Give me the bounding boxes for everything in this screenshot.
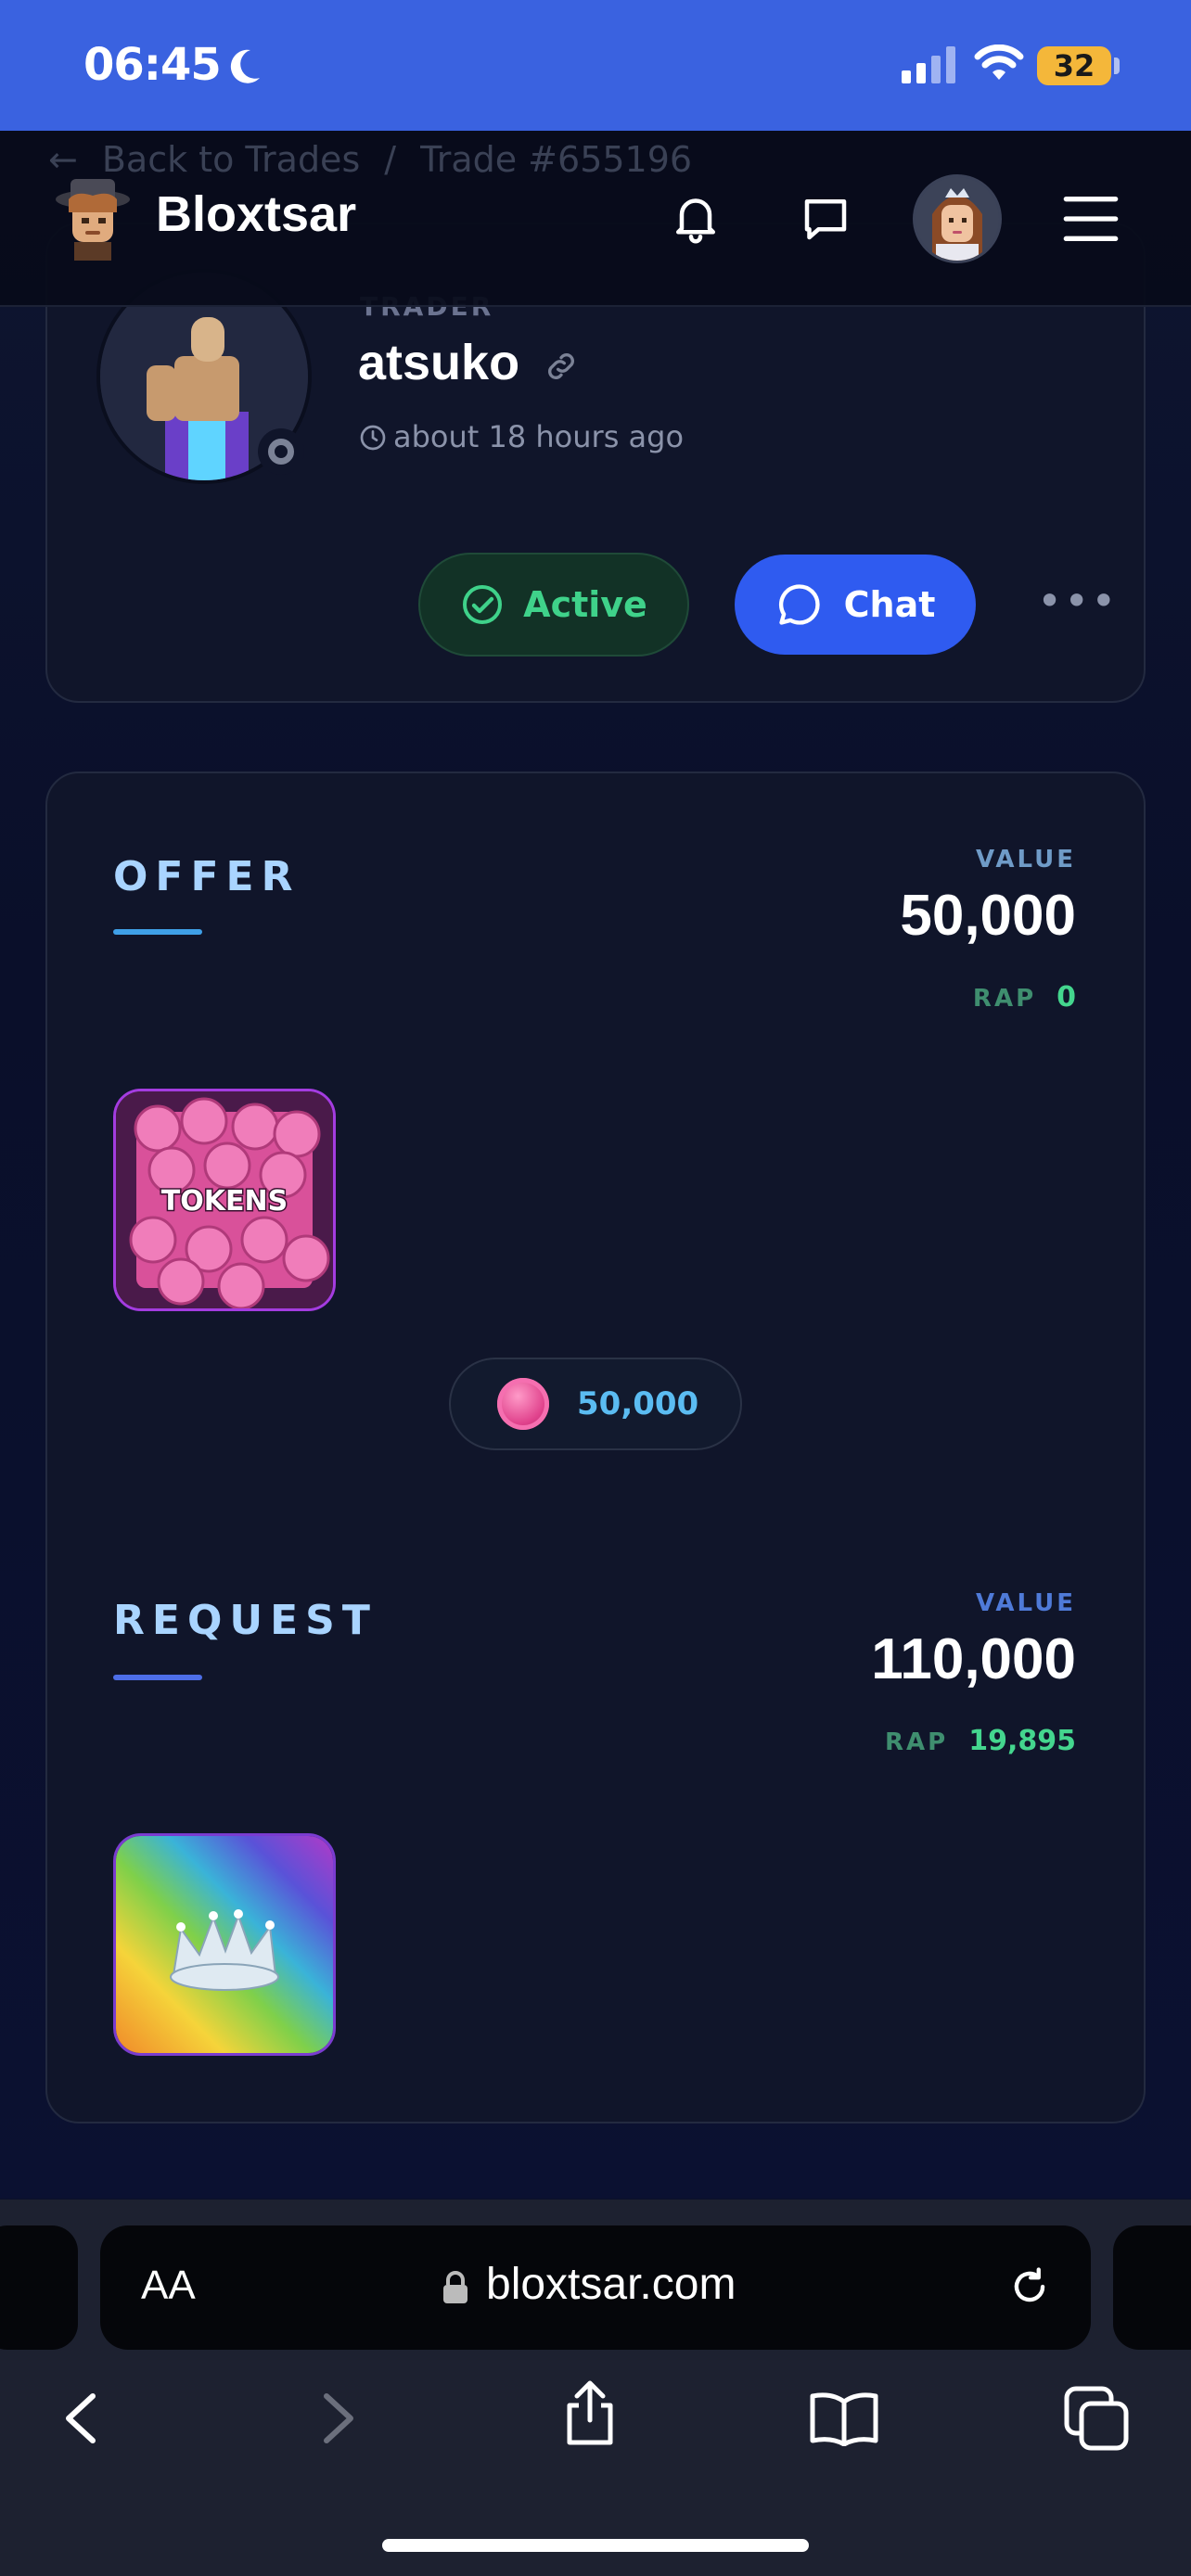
trader-name-text: atsuko: [358, 335, 520, 390]
bookmarks-icon[interactable]: [809, 2391, 879, 2446]
crown-item-image: [116, 1836, 333, 2053]
offer-value: 50,000: [900, 884, 1076, 948]
token-coin-icon: [497, 1378, 549, 1430]
tokens-amount: 50,000: [577, 1385, 699, 1422]
active-label: Active: [523, 584, 647, 625]
user-avatar-image: [916, 177, 999, 261]
status-time: 06:45: [83, 39, 222, 91]
link-icon[interactable]: [543, 348, 580, 385]
offer-rap: RAP 0: [973, 981, 1076, 1014]
online-status-indicator: [258, 428, 304, 475]
lock-icon: [443, 2271, 467, 2303]
moon-icon: [230, 49, 260, 83]
forward-icon[interactable]: [319, 2391, 360, 2446]
bell-icon[interactable]: [668, 189, 724, 245]
chat-bubble-icon: [778, 584, 820, 625]
wifi-icon: [974, 45, 1024, 80]
offer-title: OFFER: [113, 853, 301, 900]
trader-name[interactable]: atsuko: [358, 334, 580, 391]
offer-item-tokens[interactable]: TOKENS: [113, 1089, 336, 1311]
breadcrumb-separator: /: [384, 139, 397, 180]
signal-icon: [902, 46, 955, 83]
text-size-button[interactable]: AA: [141, 2263, 196, 2309]
battery-indicator: 32: [1037, 46, 1111, 85]
tokens-amount-pill: 50,000: [449, 1358, 742, 1450]
url-text[interactable]: bloxtsar.com: [486, 2259, 736, 2310]
offer-rap-label: RAP: [972, 985, 1037, 1013]
offer-rap-value: 0: [1057, 981, 1076, 1014]
more-options-button[interactable]: •••: [1037, 580, 1118, 622]
trade-time: about 18 hours ago: [393, 419, 685, 454]
brand-logo[interactable]: [48, 172, 137, 261]
messages-icon[interactable]: [798, 191, 853, 247]
battery-nub: [1114, 57, 1120, 74]
request-value-label: VALUE: [976, 1589, 1076, 1617]
request-value: 110,000: [871, 1627, 1076, 1691]
tokens-item-label: TOKENS: [161, 1185, 288, 1218]
menu-icon[interactable]: [1061, 191, 1121, 247]
breadcrumb-back-link[interactable]: Back to Trades: [102, 139, 360, 180]
share-icon[interactable]: [560, 2379, 620, 2446]
brand-name[interactable]: Bloxtsar: [156, 185, 356, 243]
offer-value-label: VALUE: [976, 846, 1076, 874]
request-rap-label: RAP: [885, 1728, 949, 1756]
next-tab-preview[interactable]: [1113, 2225, 1191, 2350]
home-indicator[interactable]: [382, 2539, 809, 2552]
battery-level: 32: [1053, 48, 1095, 83]
chat-label: Chat: [843, 584, 936, 625]
request-underline: [113, 1675, 202, 1680]
active-status-button[interactable]: Active: [418, 553, 689, 657]
chat-button[interactable]: Chat: [735, 555, 976, 655]
check-circle-icon: [463, 585, 503, 624]
request-item-crown[interactable]: [113, 1833, 336, 2056]
tokens-item-image: TOKENS: [116, 1091, 333, 1308]
user-avatar[interactable]: [913, 174, 1002, 263]
offer-underline: [113, 929, 202, 935]
back-icon[interactable]: [59, 2391, 100, 2446]
reload-icon[interactable]: [1005, 2263, 1054, 2311]
tabs-icon[interactable]: [1063, 2385, 1130, 2452]
breadcrumb-current: Trade #655196: [420, 139, 693, 180]
request-title: REQUEST: [113, 1597, 378, 1644]
request-rap: RAP 19,895: [885, 1725, 1076, 1757]
clock-icon: [360, 425, 386, 451]
request-rap-value: 19,895: [968, 1725, 1076, 1757]
breadcrumb: ← Back to Trades / Trade #655196: [48, 139, 692, 180]
previous-tab-preview[interactable]: [0, 2225, 78, 2350]
